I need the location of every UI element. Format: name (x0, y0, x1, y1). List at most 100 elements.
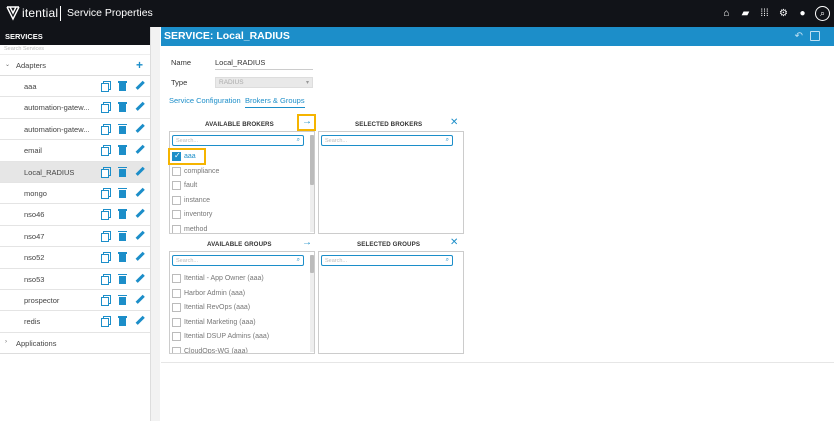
edit-icon[interactable] (133, 79, 146, 92)
selected-brokers-search-input[interactable]: Search... ⌕ (321, 135, 453, 146)
edit-icon[interactable] (133, 250, 146, 263)
trash-icon[interactable] (118, 273, 127, 284)
undo-icon[interactable]: ↶ (795, 31, 803, 42)
user-icon[interactable]: ● (796, 7, 809, 21)
trash-icon[interactable] (118, 123, 127, 134)
sidebar-item[interactable]: mongo (0, 183, 150, 205)
edit-icon[interactable] (133, 293, 146, 306)
search-icon[interactable]: ⌕ (815, 6, 830, 21)
clear-groups-icon[interactable]: ✕ (450, 237, 458, 248)
home-icon[interactable]: ⌂ (720, 7, 733, 21)
copy-icon[interactable] (101, 166, 111, 178)
copy-icon[interactable] (101, 273, 111, 285)
edit-icon[interactable] (133, 186, 146, 199)
itential-logo-icon[interactable] (6, 5, 20, 21)
sidebar-divider[interactable] (150, 27, 160, 421)
trash-icon[interactable] (118, 102, 127, 113)
applications-group[interactable]: › Applications (0, 333, 150, 354)
brokers-scrollbar[interactable] (310, 135, 314, 232)
trash-icon[interactable] (118, 81, 127, 91)
tab-service-configuration[interactable]: Service Configuration (169, 96, 241, 105)
sidebar-item[interactable]: automation-gatew... (0, 119, 150, 141)
sidebar-item[interactable]: email (0, 140, 150, 162)
copy-icon[interactable] (101, 123, 111, 135)
sidebar-item[interactable]: nso46 (0, 204, 150, 226)
brokers-search-input[interactable]: Search... ⌕ (172, 135, 304, 146)
save-icon[interactable] (810, 31, 820, 41)
list-item[interactable]: method (172, 224, 306, 233)
sidebar-item[interactable]: redis (0, 311, 150, 333)
copy-icon[interactable] (101, 230, 111, 242)
checkbox[interactable] (172, 332, 181, 341)
trash-icon[interactable] (118, 316, 127, 327)
edit-icon[interactable] (133, 143, 146, 156)
trash-icon[interactable] (118, 230, 127, 241)
apps-grid-icon[interactable]: ⁞⁞⁞ (758, 7, 771, 21)
chevron-down-icon[interactable]: ⌄ (5, 61, 10, 68)
edit-icon[interactable] (133, 315, 146, 328)
groups-scroll-thumb[interactable] (310, 255, 314, 273)
edit-icon[interactable] (133, 272, 146, 285)
list-item[interactable]: inventory (172, 210, 306, 222)
trash-icon[interactable] (118, 252, 127, 263)
copy-icon[interactable] (101, 102, 111, 114)
copy-icon[interactable] (101, 294, 111, 306)
checkbox[interactable] (172, 224, 181, 233)
name-field[interactable]: Local_RADIUS (215, 58, 313, 70)
list-item[interactable]: Itential - App Owner (aaa) (172, 274, 306, 286)
trash-icon[interactable] (118, 209, 127, 220)
list-item[interactable]: Harbor Admin (aaa) (172, 288, 306, 301)
edit-icon[interactable] (133, 208, 146, 221)
selected-groups-search-input[interactable]: Search... ⌕ (321, 255, 453, 266)
checkbox[interactable] (172, 195, 181, 205)
chevron-right-icon[interactable]: › (5, 339, 7, 345)
sidebar-item[interactable]: Local_RADIUS (0, 161, 150, 183)
tab-brokers-groups[interactable]: Brokers & Groups (245, 96, 305, 108)
copy-icon[interactable] (101, 316, 111, 328)
sidebar-search-input[interactable]: Search Services (0, 45, 150, 55)
add-group-arrow-icon[interactable]: → (302, 237, 312, 248)
groups-scrollbar[interactable] (310, 255, 314, 352)
brokers-scroll-thumb[interactable] (310, 135, 314, 185)
briefcase-icon[interactable]: ▰ (739, 7, 752, 21)
checkbox[interactable] (172, 317, 181, 327)
list-item[interactable]: instance (172, 195, 306, 208)
sidebar-item[interactable]: nso52 (0, 247, 150, 269)
gear-icon[interactable]: ⚙ (777, 7, 790, 21)
checkbox[interactable] (172, 166, 181, 176)
clear-brokers-icon[interactable]: ✕ (450, 117, 458, 128)
list-item[interactable]: fault (172, 181, 306, 193)
groups-search-input[interactable]: Search... ⌕ (172, 255, 304, 266)
copy-icon[interactable] (101, 209, 111, 221)
copy-icon[interactable] (101, 145, 111, 157)
list-item[interactable]: CloudOps-WG (aaa) (172, 346, 306, 353)
add-adapter-icon[interactable]: + (136, 58, 143, 72)
copy-icon[interactable] (101, 81, 111, 92)
checkbox[interactable] (172, 181, 181, 190)
list-item[interactable]: compliance (172, 166, 306, 179)
sidebar-item[interactable]: prospector (0, 290, 150, 312)
checkbox[interactable] (172, 303, 181, 312)
adapters-group[interactable]: ⌄ Adapters + (0, 55, 150, 76)
sidebar-item[interactable]: automation-gatew... (0, 97, 150, 119)
trash-icon[interactable] (118, 166, 127, 177)
list-item[interactable]: Itential RevOps (aaa) (172, 303, 306, 315)
sidebar-item[interactable]: aaa (0, 76, 150, 98)
sidebar-item[interactable]: nso53 (0, 269, 150, 290)
copy-icon[interactable] (101, 187, 111, 199)
checkbox[interactable] (172, 274, 181, 283)
edit-icon[interactable] (133, 101, 146, 114)
copy-icon[interactable] (101, 252, 111, 264)
edit-icon[interactable] (133, 229, 146, 242)
sidebar-item[interactable]: nso47 (0, 226, 150, 248)
list-item[interactable]: Itential Marketing (aaa) (172, 317, 306, 330)
checkbox[interactable] (172, 288, 181, 298)
checkbox[interactable] (172, 210, 181, 219)
trash-icon[interactable] (118, 145, 127, 156)
trash-icon[interactable] (118, 294, 127, 305)
edit-icon[interactable] (133, 165, 146, 178)
list-item[interactable]: Itential DSUP Admins (aaa) (172, 332, 306, 344)
trash-icon[interactable] (118, 187, 127, 198)
checkbox[interactable] (172, 346, 181, 353)
edit-icon[interactable] (133, 122, 146, 135)
